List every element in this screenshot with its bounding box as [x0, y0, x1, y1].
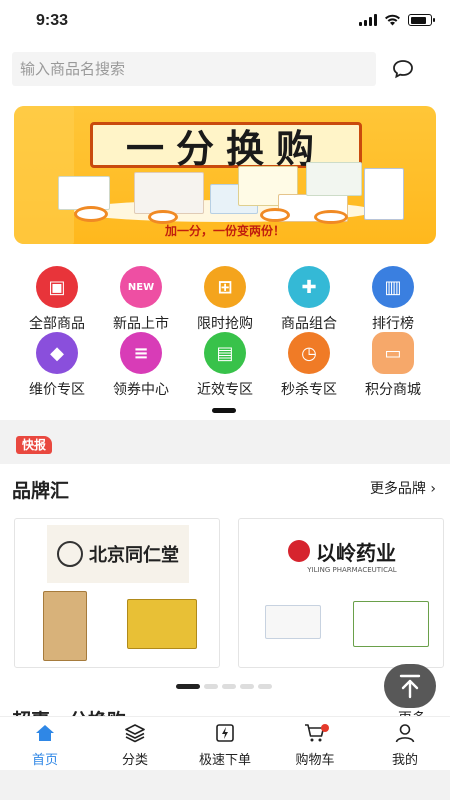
signal-icon: [359, 14, 377, 26]
stopwatch-icon: ◷: [288, 332, 330, 374]
category-label: 近效专区: [197, 382, 253, 398]
product-box-image: [43, 591, 87, 661]
category-label: 维价专区: [29, 382, 85, 398]
arrow-to-top-icon: [399, 674, 421, 699]
product-box-image: [265, 605, 321, 639]
tab-quick-order[interactable]: 极速下单: [180, 717, 270, 771]
user-icon: [395, 724, 415, 743]
brand-logo-text: 北京同仁堂: [89, 545, 179, 566]
category-points-mall[interactable]: ▭ 积分商城: [348, 332, 438, 398]
category-page-indicator: [212, 408, 236, 413]
category-label: 全部商品: [29, 316, 85, 332]
diamond-icon: ◆: [36, 332, 78, 374]
brand-logo: 以岭药业 YILING PHARMACEUTICAL: [267, 535, 417, 575]
news-ticker[interactable]: 快报: [0, 428, 450, 460]
puzzle-icon: ✚: [288, 266, 330, 308]
category-price-protect[interactable]: ◆ 维价专区: [12, 332, 102, 398]
battery-icon: [408, 14, 435, 26]
back-to-top-button[interactable]: [384, 664, 436, 708]
category-near-expiry[interactable]: ▤ 近效专区: [180, 332, 270, 398]
status-icons: [359, 14, 435, 26]
product-box-image: [364, 168, 404, 220]
all-products-icon: ▣: [36, 266, 78, 308]
product-box-image: [306, 162, 362, 196]
points-card-icon: ▭: [372, 332, 414, 374]
bottom-safe-area: [0, 770, 450, 800]
product-box-image: [58, 176, 110, 210]
home-top-section: 一分换购 加一分，一份变两份！ ▣ 全部商品 NEW 新品上市 ⊞ 限时抢购 ✚: [0, 94, 450, 420]
category-label: 商品组合: [281, 316, 337, 332]
category-label: 积分商城: [365, 382, 421, 398]
brand-logo-text: 以岭药业: [316, 540, 396, 565]
cart-sale-icon: ⊞: [204, 266, 246, 308]
brand-logo-subtext: YILING PHARMACEUTICAL: [307, 565, 397, 574]
banner-coin: [74, 206, 108, 222]
ranking-icon: ▥: [372, 266, 414, 308]
home-icon: [36, 725, 54, 741]
tab-cart[interactable]: 购物车: [270, 717, 360, 771]
banner-title: 一分换购: [125, 125, 326, 171]
banner-subtitle: 加一分，一份变两份！: [164, 224, 285, 238]
status-bar: 9:33: [0, 0, 450, 44]
tab-label: 首页: [31, 753, 58, 768]
flash-order-icon: [216, 724, 234, 742]
brand-card-tongrentang[interactable]: 北京同仁堂: [14, 518, 220, 668]
medicine-bottle-icon: ▤: [204, 332, 246, 374]
wifi-icon: [385, 14, 400, 26]
brand-section: 品牌汇 更多品牌 › 北京同仁堂 以岭药业 YILING PHARMACEUTI…: [0, 464, 450, 732]
tab-label: 极速下单: [198, 753, 251, 768]
category-flash-sale[interactable]: ⊞ 限时抢购: [180, 266, 270, 332]
search-input[interactable]: [12, 52, 376, 86]
status-time: 9:33: [36, 12, 69, 29]
category-label: 秒杀专区: [281, 382, 337, 398]
tab-mine[interactable]: 我的: [360, 717, 450, 771]
category-label: 新品上市: [113, 316, 169, 332]
category-seckill[interactable]: ◷ 秒杀专区: [264, 332, 354, 398]
bottom-tab-bar: 首页 分类 极速下单 购物车 我的: [0, 716, 450, 770]
tab-category[interactable]: 分类: [90, 717, 180, 771]
category-label: 限时抢购: [197, 316, 253, 332]
product-box-image: [127, 599, 197, 649]
brand-logo: 北京同仁堂: [47, 525, 189, 583]
news-tag: 快报: [16, 436, 53, 454]
brand-carousel-indicator: [176, 684, 272, 689]
category-label: 领券中心: [113, 382, 169, 398]
new-icon: NEW: [120, 266, 162, 308]
banner-coin: [260, 208, 290, 222]
brand-card-yiling[interactable]: 以岭药业 YILING PHARMACEUTICAL: [238, 518, 444, 668]
product-box-image: [134, 172, 204, 214]
category-coupons[interactable]: ≡ 领券中心: [96, 332, 186, 398]
tongrentang-seal-icon: [57, 541, 83, 567]
tab-label: 分类: [121, 753, 148, 768]
tab-label: 购物车: [295, 753, 335, 768]
category-new-arrivals[interactable]: NEW 新品上市: [96, 266, 186, 332]
coupon-icon: ≡: [120, 332, 162, 374]
category-ranking[interactable]: ▥ 排行榜: [348, 266, 438, 332]
section-title: 品牌汇: [12, 480, 70, 502]
promo-banner[interactable]: 一分换购 加一分，一份变两份！: [14, 106, 436, 244]
product-box-image: [353, 601, 429, 647]
tab-home[interactable]: 首页: [0, 717, 90, 771]
chat-bubble-icon[interactable]: [392, 59, 414, 79]
search-bar: [0, 44, 450, 94]
cart-badge: [321, 724, 329, 732]
category-label: 排行榜: [372, 316, 414, 332]
yiling-logo-icon: [288, 540, 310, 562]
layers-icon: [125, 724, 145, 743]
more-brands-link[interactable]: 更多品牌 ›: [370, 478, 436, 498]
tab-label: 我的: [391, 753, 418, 768]
category-all-products[interactable]: ▣ 全部商品: [12, 266, 102, 332]
category-bundles[interactable]: ✚ 商品组合: [264, 266, 354, 332]
